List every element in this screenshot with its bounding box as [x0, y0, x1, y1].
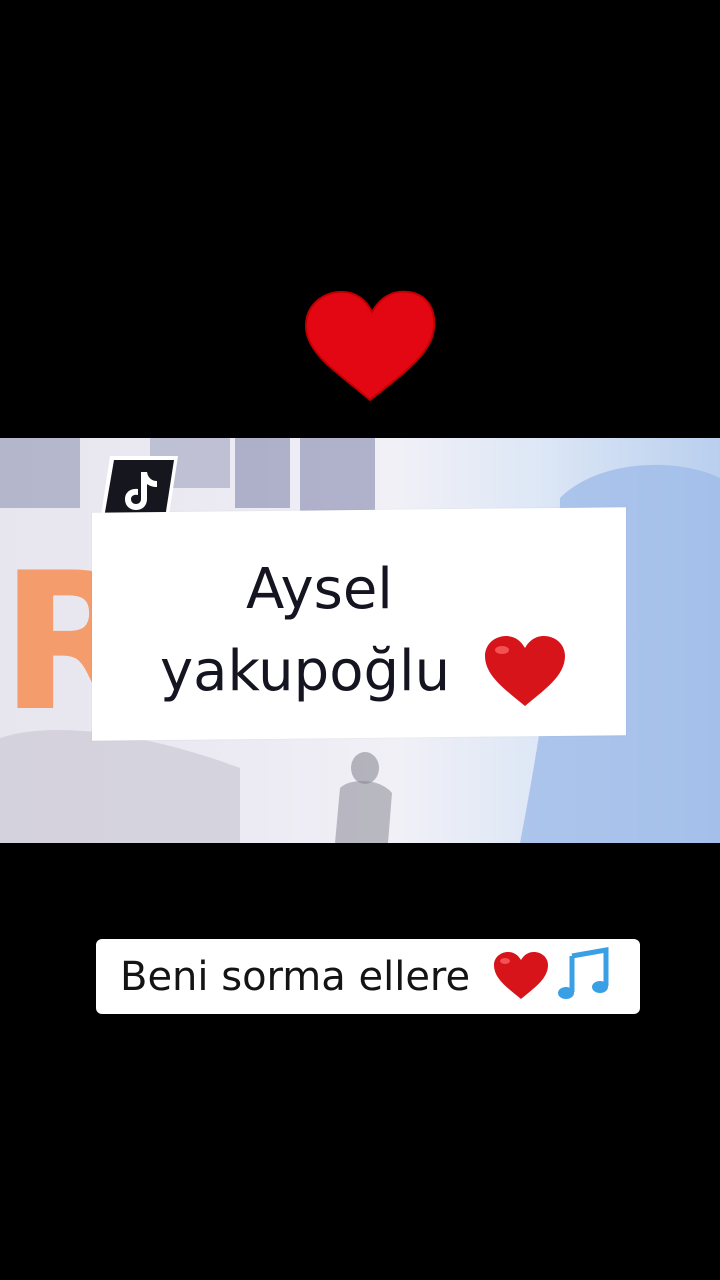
title-line-2: yakupoğlu [160, 639, 451, 704]
title-line-1: Aysel [246, 557, 393, 622]
musical-notes-emoji-icon [558, 947, 609, 999]
red-heart-emoji-icon [494, 952, 548, 999]
red-heart-emoji-icon [485, 636, 565, 706]
caption-text: Beni sorma ellere [120, 954, 471, 1000]
red-heart-icon [304, 290, 436, 402]
video-screen: R Aysel yakupoğlu Beni sorma ellere [0, 0, 720, 1280]
